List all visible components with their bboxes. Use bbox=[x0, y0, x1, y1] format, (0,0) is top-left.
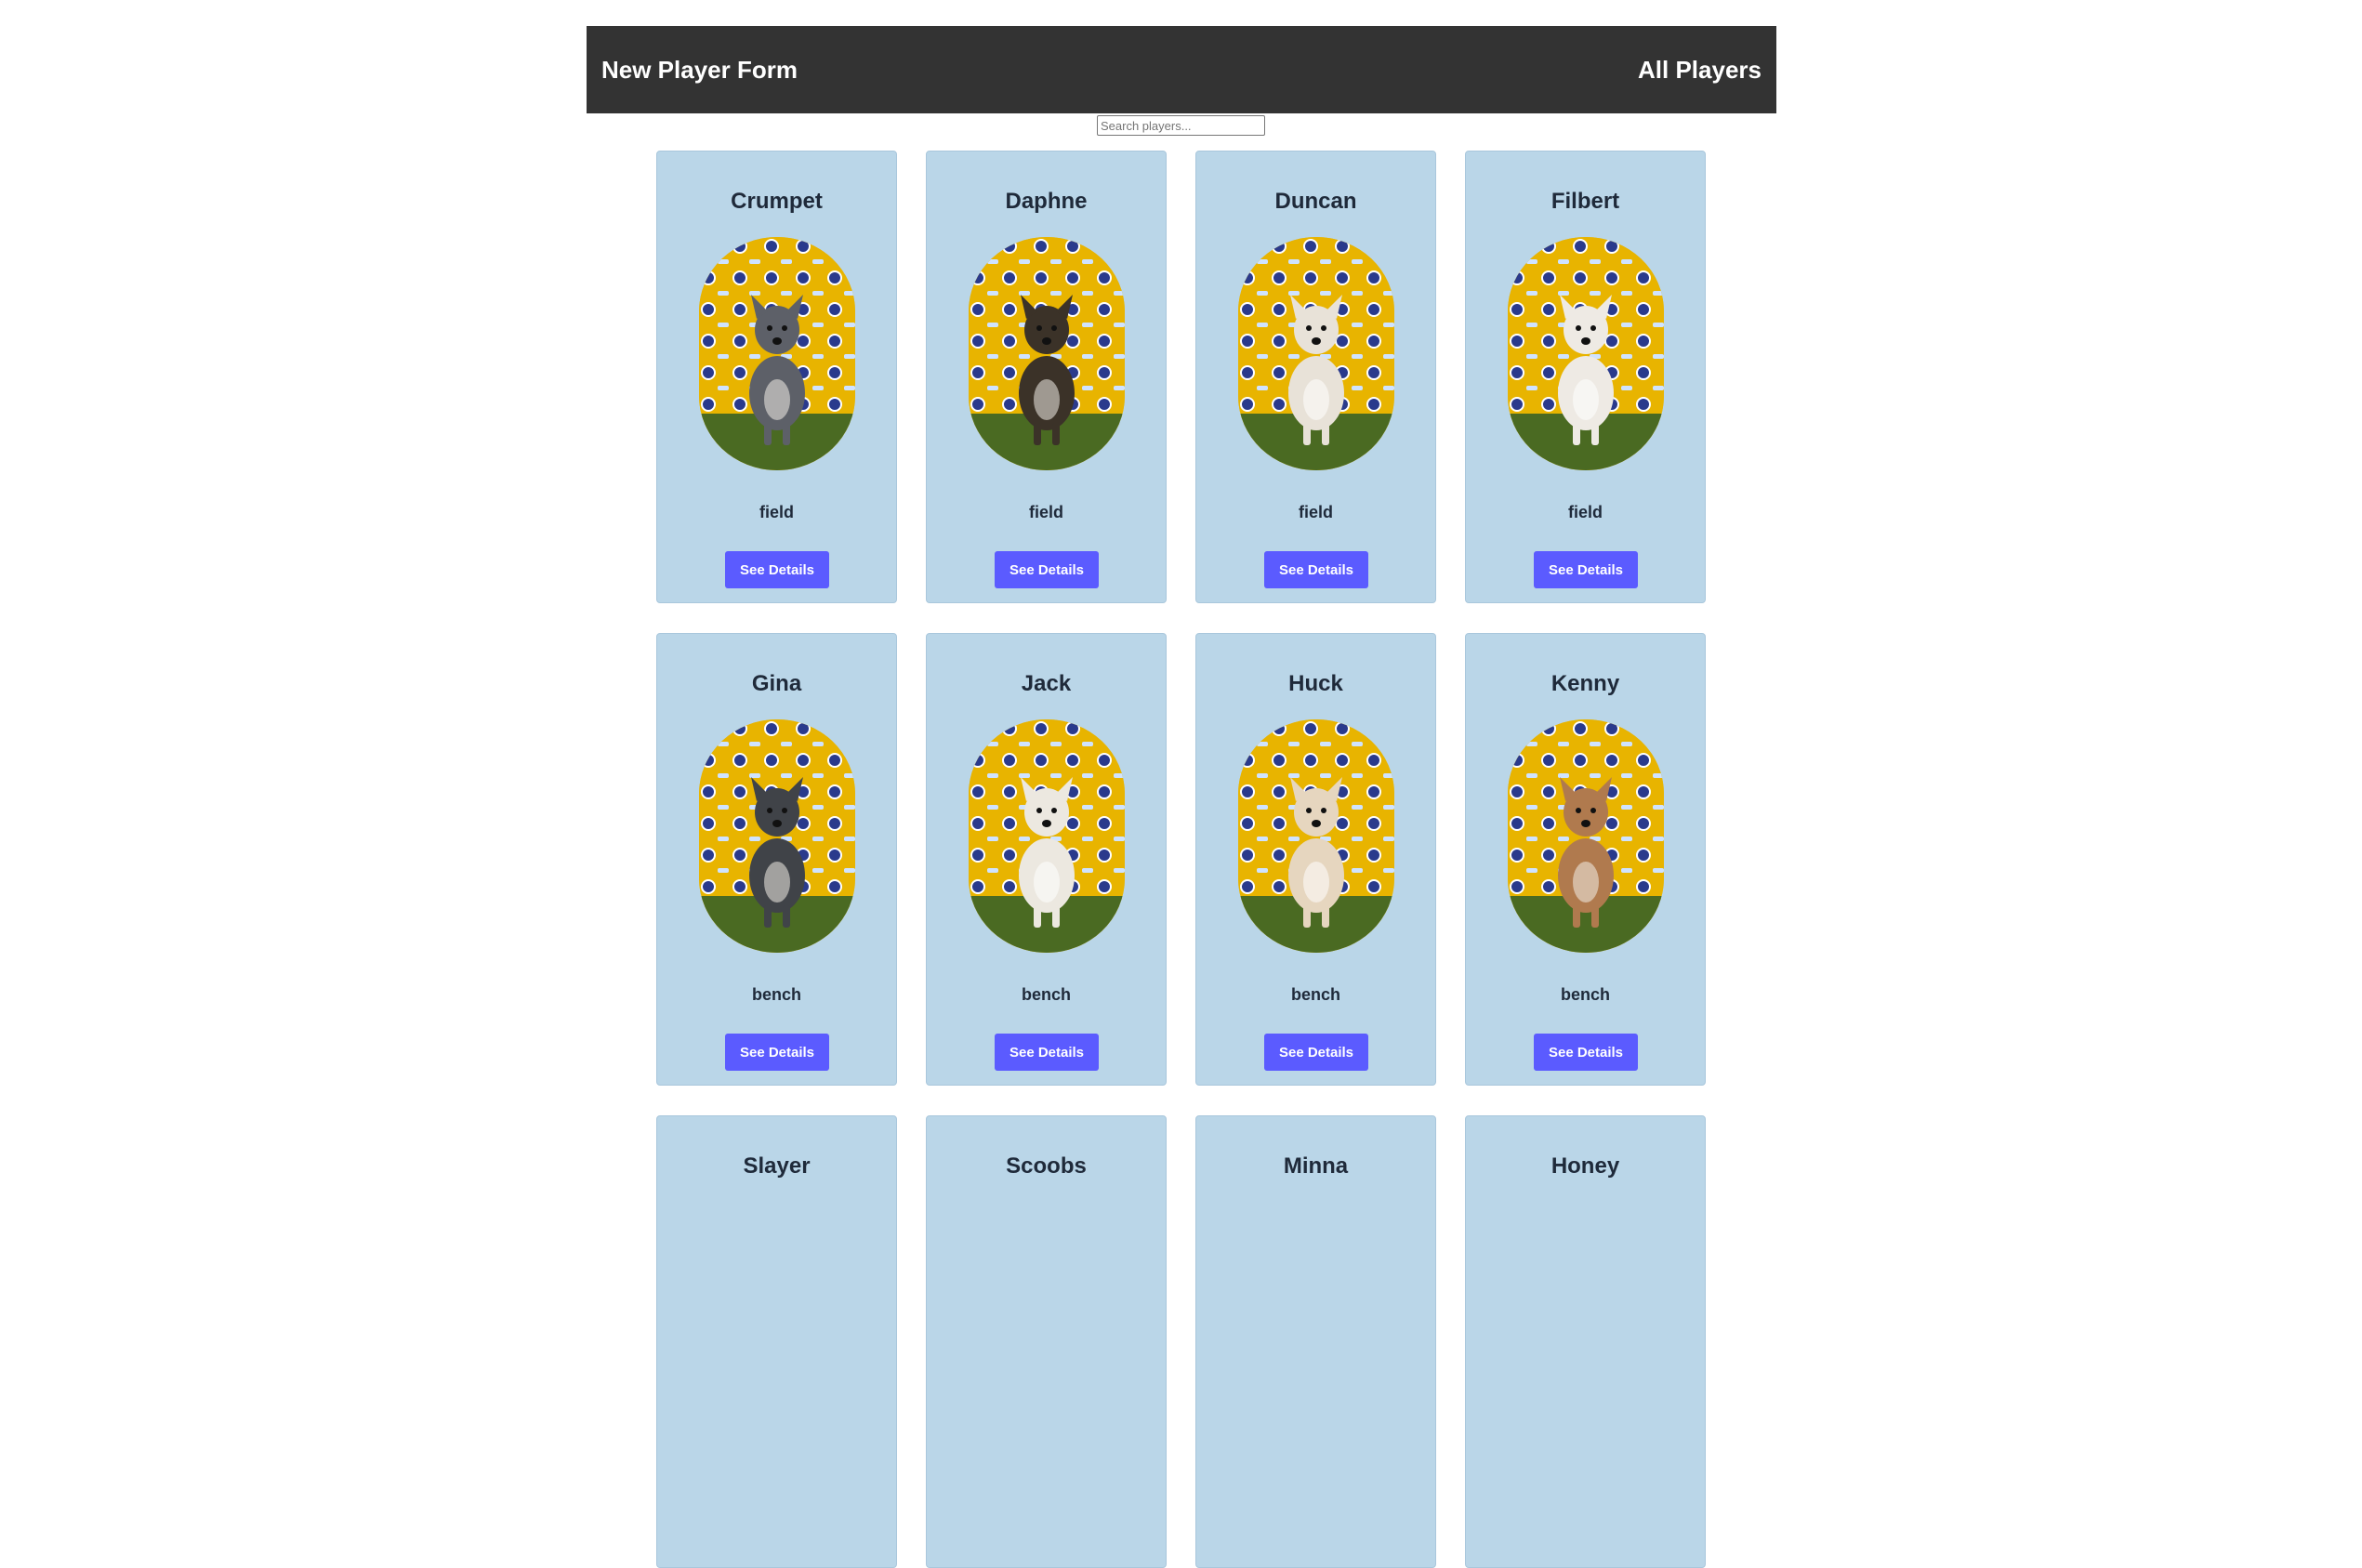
player-status: field bbox=[1567, 503, 1603, 521]
player-status: bench bbox=[1560, 985, 1610, 1004]
player-name: Filbert bbox=[1550, 189, 1620, 214]
top-navbar: New Player Form All Players bbox=[587, 26, 1776, 113]
player-status: field bbox=[1028, 503, 1063, 521]
player-card: Gina bench See Details bbox=[656, 633, 897, 1086]
see-details-button[interactable]: See Details bbox=[725, 551, 829, 588]
search-bar bbox=[0, 115, 2362, 136]
player-photo bbox=[1238, 719, 1394, 953]
player-status: field bbox=[1298, 503, 1333, 521]
player-card: Daphne field See Details bbox=[926, 151, 1167, 603]
player-photo bbox=[1238, 237, 1394, 470]
player-photo bbox=[699, 237, 855, 470]
player-name: Jack bbox=[1021, 671, 1072, 696]
player-photo bbox=[969, 719, 1125, 953]
player-name: Huck bbox=[1288, 671, 1343, 696]
player-status: bench bbox=[751, 985, 801, 1004]
see-details-button[interactable]: See Details bbox=[1264, 551, 1368, 588]
see-details-button[interactable]: See Details bbox=[1534, 551, 1638, 588]
player-card: Crumpet field See Details bbox=[656, 151, 897, 603]
player-status: bench bbox=[1290, 985, 1340, 1004]
player-photo bbox=[969, 237, 1125, 470]
new-player-form-link[interactable]: New Player Form bbox=[601, 56, 798, 85]
search-input[interactable] bbox=[1097, 115, 1265, 136]
player-name: Kenny bbox=[1550, 671, 1620, 696]
player-card: Filbert field See Details bbox=[1465, 151, 1706, 603]
player-name: Minna bbox=[1283, 1153, 1349, 1179]
player-photo bbox=[699, 719, 855, 953]
player-card: Slayer bbox=[656, 1115, 897, 1568]
player-status: field bbox=[759, 503, 794, 521]
see-details-button[interactable]: See Details bbox=[995, 551, 1099, 588]
see-details-button[interactable]: See Details bbox=[725, 1034, 829, 1071]
player-photo bbox=[1508, 237, 1664, 470]
player-name: Gina bbox=[751, 671, 802, 696]
players-grid: Crumpet field See Details Daphne field See De… bbox=[656, 151, 1707, 1568]
see-details-button[interactable]: See Details bbox=[1264, 1034, 1368, 1071]
player-card: Minna bbox=[1195, 1115, 1436, 1568]
see-details-button[interactable]: See Details bbox=[1534, 1034, 1638, 1071]
player-name: Honey bbox=[1550, 1153, 1620, 1179]
player-card: Duncan field See Details bbox=[1195, 151, 1436, 603]
player-card: Kenny bench See Details bbox=[1465, 633, 1706, 1086]
player-name: Crumpet bbox=[731, 189, 823, 214]
player-name: Scoobs bbox=[1006, 1153, 1087, 1179]
all-players-link[interactable]: All Players bbox=[1638, 56, 1762, 85]
player-name: Duncan bbox=[1274, 189, 1357, 214]
player-card: Honey bbox=[1465, 1115, 1706, 1568]
player-card: Jack bench See Details bbox=[926, 633, 1167, 1086]
player-card: Scoobs bbox=[926, 1115, 1167, 1568]
player-card: Huck bench See Details bbox=[1195, 633, 1436, 1086]
player-photo bbox=[1508, 719, 1664, 953]
see-details-button[interactable]: See Details bbox=[995, 1034, 1099, 1071]
player-name: Daphne bbox=[1005, 189, 1088, 214]
player-status: bench bbox=[1021, 985, 1071, 1004]
player-name: Slayer bbox=[743, 1153, 811, 1179]
